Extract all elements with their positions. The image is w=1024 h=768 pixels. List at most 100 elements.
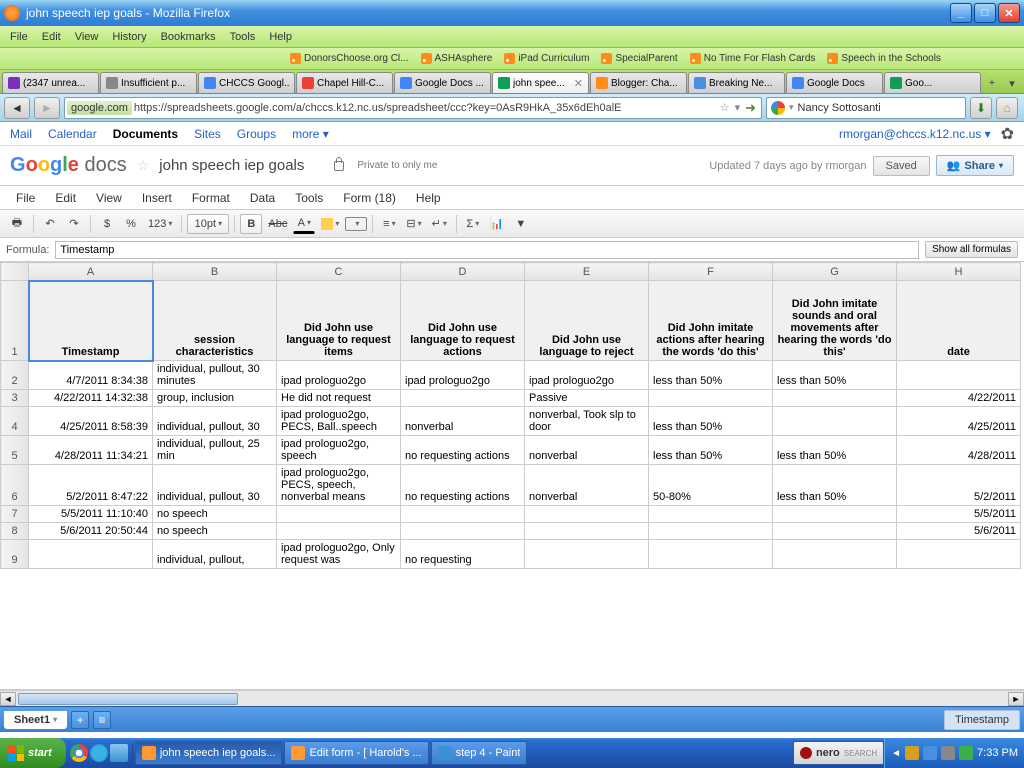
tray-volume-icon[interactable] — [941, 746, 955, 760]
ql-chrome-icon[interactable] — [70, 744, 88, 762]
column-header-A[interactable]: A — [29, 263, 153, 281]
row-header-6[interactable]: 6 — [1, 465, 29, 506]
gbar-link-calendar[interactable]: Calendar — [48, 127, 97, 141]
header-cell[interactable]: date — [897, 281, 1021, 361]
tray-shield-icon[interactable] — [905, 746, 919, 760]
menu-tools[interactable]: Tools — [224, 29, 262, 45]
cell[interactable]: 5/2/2011 — [897, 465, 1021, 506]
number-format-button[interactable]: 123 — [144, 214, 176, 234]
cell[interactable]: nonverbal — [525, 465, 649, 506]
back-button[interactable]: ◄ — [4, 97, 30, 119]
scroll-left-button[interactable]: ◄ — [0, 692, 16, 706]
docs-menu-edit[interactable]: Edit — [47, 188, 84, 208]
sheet-list-button[interactable]: ≡ — [93, 711, 111, 729]
tray-app-icon[interactable] — [959, 746, 973, 760]
borders-button[interactable] — [345, 217, 367, 231]
cell[interactable] — [29, 540, 153, 569]
star-icon[interactable]: ☆ — [137, 157, 150, 174]
scroll-thumb[interactable] — [18, 693, 238, 705]
cell[interactable]: ipad prologuo2go, speech — [277, 436, 401, 465]
spreadsheet-grid[interactable]: ABCDEFGH1Timestampsession characteristic… — [0, 262, 1024, 690]
cell[interactable]: less than 50% — [773, 361, 897, 390]
cell[interactable]: no requesting — [401, 540, 525, 569]
cell[interactable]: less than 50% — [649, 407, 773, 436]
ql-desktop-icon[interactable] — [110, 744, 128, 762]
row-header-5[interactable]: 5 — [1, 436, 29, 465]
bookmark-item[interactable]: SpecialParent — [595, 52, 683, 65]
cell[interactable]: 4/28/2011 11:34:21 — [29, 436, 153, 465]
cell[interactable]: less than 50% — [649, 361, 773, 390]
fill-color-button[interactable] — [317, 214, 343, 234]
row-header-3[interactable]: 3 — [1, 390, 29, 407]
docs-menu-tools[interactable]: Tools — [287, 188, 331, 208]
cell[interactable]: 4/25/2011 8:58:39 — [29, 407, 153, 436]
tray-expand-icon[interactable]: ◄ — [891, 748, 901, 759]
browser-tab[interactable]: Blogger: Cha... — [590, 72, 687, 93]
strikethrough-button[interactable]: Abc — [264, 214, 291, 234]
percent-button[interactable]: % — [120, 214, 142, 234]
filter-button[interactable]: ▼ — [510, 214, 532, 234]
taskbar-nero[interactable]: nero SEARCH — [793, 741, 884, 765]
cell[interactable]: 5/6/2011 — [897, 523, 1021, 540]
row-header-8[interactable]: 8 — [1, 523, 29, 540]
cell[interactable] — [277, 506, 401, 523]
browser-tab[interactable]: (2347 unrea... — [2, 72, 99, 93]
row-header-9[interactable]: 9 — [1, 540, 29, 569]
header-cell[interactable]: Did John use language to request items — [277, 281, 401, 361]
cell[interactable]: group, inclusion — [153, 390, 277, 407]
column-header-B[interactable]: B — [153, 263, 277, 281]
browser-tab[interactable]: Google Docs ... — [394, 72, 491, 93]
cell[interactable]: 4/22/2011 14:32:38 — [29, 390, 153, 407]
url-bar[interactable]: google.com https://spreadsheets.google.c… — [64, 97, 762, 119]
cell[interactable] — [897, 540, 1021, 569]
cell[interactable]: 4/28/2011 — [897, 436, 1021, 465]
taskbar-clock[interactable]: 7:33 PM — [977, 747, 1018, 759]
ql-ie-icon[interactable] — [90, 744, 108, 762]
redo-button[interactable]: ↷ — [63, 214, 85, 234]
taskbar-item[interactable]: Edit form - [ Harold's ... — [284, 741, 428, 765]
cell[interactable]: individual, pullout, 30 minutes — [153, 361, 277, 390]
cell[interactable] — [649, 390, 773, 407]
menu-edit[interactable]: Edit — [36, 29, 67, 45]
document-title[interactable]: john speech iep goals — [159, 157, 304, 174]
cell[interactable]: no speech — [153, 506, 277, 523]
docs-menu-data[interactable]: Data — [242, 188, 283, 208]
cell[interactable]: nonverbal, Took slp to door — [525, 407, 649, 436]
start-button[interactable]: start — [0, 738, 66, 768]
cell[interactable]: Passive — [525, 390, 649, 407]
horizontal-scrollbar[interactable]: ◄ ► — [0, 690, 1024, 706]
gbar-link-sites[interactable]: Sites — [194, 127, 221, 141]
cell[interactable] — [401, 506, 525, 523]
cell[interactable] — [773, 506, 897, 523]
browser-tab[interactable]: Breaking Ne... — [688, 72, 785, 93]
undo-button[interactable]: ↶ — [39, 214, 61, 234]
cell[interactable]: 50-80% — [649, 465, 773, 506]
taskbar-item[interactable]: john speech iep goals... — [135, 741, 283, 765]
print-button[interactable]: 🖶 — [6, 214, 28, 234]
bold-button[interactable]: B — [240, 214, 262, 234]
cell[interactable]: no requesting actions — [401, 465, 525, 506]
go-button[interactable]: ➜ — [742, 100, 759, 116]
search-box[interactable]: ▾ Nancy Sottosanti — [766, 97, 966, 119]
maximize-button[interactable]: □ — [974, 3, 996, 23]
cell[interactable] — [773, 390, 897, 407]
add-sheet-button[interactable]: + — [71, 711, 89, 729]
cell[interactable]: ipad prologuo2go — [525, 361, 649, 390]
gbar-link-groups[interactable]: Groups — [237, 127, 276, 141]
cell[interactable]: less than 50% — [773, 436, 897, 465]
cell[interactable]: less than 50% — [649, 436, 773, 465]
downloads-button[interactable]: ⬇ — [970, 97, 992, 119]
account-email[interactable]: rmorgan@chccs.k12.nc.us ▾ — [839, 127, 991, 141]
cell[interactable]: ipad prologuo2go, Only request was — [277, 540, 401, 569]
tab-close-icon[interactable]: ✕ — [574, 77, 583, 90]
scroll-right-button[interactable]: ► — [1008, 692, 1024, 706]
bookmark-item[interactable]: ASHAsphere — [415, 52, 499, 65]
docs-menu-help[interactable]: Help — [408, 188, 449, 208]
browser-tab[interactable]: Goo... — [884, 72, 981, 93]
cell[interactable] — [525, 540, 649, 569]
docs-menu-insert[interactable]: Insert — [134, 188, 180, 208]
cell[interactable]: nonverbal — [401, 407, 525, 436]
bookmark-item[interactable]: Speech in the Schools — [821, 52, 947, 65]
text-color-button[interactable]: A — [293, 214, 315, 234]
cell[interactable]: ipad prologuo2go — [277, 361, 401, 390]
